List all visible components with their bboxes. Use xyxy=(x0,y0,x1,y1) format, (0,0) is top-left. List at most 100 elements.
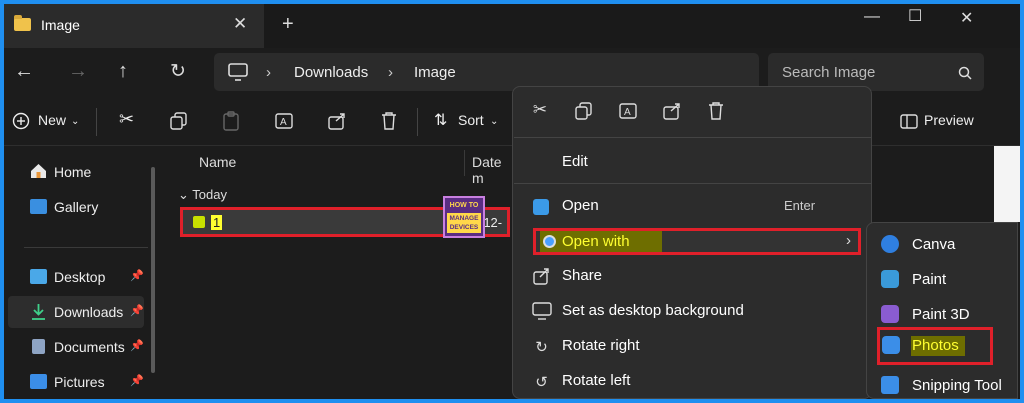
chevron-right-icon: › xyxy=(846,232,851,249)
menu-item-rotate-left[interactable]: ↺ Rotate left xyxy=(513,364,873,398)
group-header-today[interactable]: ⌄ Today xyxy=(178,187,227,203)
pictures-icon xyxy=(30,374,47,389)
sidebar-item-label: Downloads xyxy=(54,304,124,320)
snipping-tool-icon xyxy=(881,376,899,394)
sidebar-item-label: Home xyxy=(54,164,92,180)
menu-item-label: Share xyxy=(562,267,603,284)
menu-item-label: Rotate left xyxy=(562,372,631,389)
logo-plate: MANAGE DEVICES xyxy=(447,213,481,233)
new-tab-button[interactable]: + xyxy=(282,13,294,36)
close-window-button[interactable]: ✕ xyxy=(960,8,973,28)
delete-icon[interactable] xyxy=(707,101,725,121)
rotate-left-icon: ↺ xyxy=(535,374,548,391)
menu-item-shortcut: Enter xyxy=(784,198,816,213)
menu-item-rotate-right[interactable]: ↻ Rotate right xyxy=(513,329,873,363)
open-app-icon xyxy=(533,199,549,215)
menu-item-open-with[interactable]: Open with › xyxy=(533,228,861,255)
maximize-button[interactable]: ☐ xyxy=(908,6,922,26)
rename-icon[interactable]: A xyxy=(275,111,295,131)
chevron-down-icon: ⌄ xyxy=(490,116,499,127)
breadcrumb-separator: › xyxy=(266,64,271,81)
submenu-item-label: Snipping Tool xyxy=(912,377,1002,394)
context-quick-actions: ✂ A xyxy=(513,87,873,137)
logo-line-3: DEVICES xyxy=(449,224,479,231)
group-label: Today xyxy=(192,187,227,202)
copy-icon[interactable] xyxy=(575,102,593,120)
column-divider[interactable] xyxy=(464,150,465,176)
submenu-item-paint[interactable]: Paint xyxy=(867,262,1019,296)
sidebar-scrollbar[interactable] xyxy=(151,167,155,373)
add-icon xyxy=(12,112,30,130)
navigation-pane: Home Gallery Desktop 📌 Downloads 📌 Docum… xyxy=(4,146,164,399)
sidebar-item-desktop[interactable]: Desktop 📌 xyxy=(8,261,144,293)
svg-text:A: A xyxy=(280,117,287,128)
copy-icon[interactable] xyxy=(170,112,188,130)
sort-icon: ⇅ xyxy=(434,112,448,129)
sidebar-item-gallery[interactable]: Gallery xyxy=(8,191,144,223)
logo-line-2: MANAGE xyxy=(449,215,479,222)
forward-arrow-icon[interactable]: → xyxy=(68,60,88,83)
file-name: 1 xyxy=(211,215,223,230)
search-input[interactable]: Search Image xyxy=(782,64,875,81)
sidebar-item-home[interactable]: Home xyxy=(8,156,144,188)
submenu-item-label: Paint xyxy=(912,271,947,288)
menu-divider xyxy=(514,137,872,138)
menu-item-set-desktop-background[interactable]: Set as desktop background xyxy=(513,294,873,328)
sort-button[interactable]: Sort xyxy=(458,112,484,128)
sidebar-item-label: Gallery xyxy=(54,199,99,215)
sidebar-item-label: Pictures xyxy=(54,374,105,390)
new-button[interactable]: New xyxy=(38,112,66,128)
column-header-name[interactable]: Name xyxy=(199,154,236,170)
sidebar-item-downloads[interactable]: Downloads 📌 xyxy=(8,296,144,328)
submenu-item-label: Photos xyxy=(912,337,959,354)
sidebar-item-documents[interactable]: Documents 📌 xyxy=(8,331,144,363)
open-with-icon xyxy=(543,235,556,248)
monitor-icon xyxy=(228,63,248,81)
cut-icon[interactable]: ✂ xyxy=(529,100,551,122)
delete-icon[interactable] xyxy=(380,111,398,131)
tab-close-icon[interactable]: ✕ xyxy=(233,14,247,34)
up-arrow-icon[interactable]: ↑ xyxy=(118,60,128,83)
pin-icon[interactable]: 📌 xyxy=(130,339,144,352)
minimize-button[interactable]: — xyxy=(864,8,880,26)
refresh-icon[interactable]: ↻ xyxy=(170,60,186,83)
tab-image[interactable]: Image ✕ xyxy=(4,4,264,48)
pin-icon[interactable]: 📌 xyxy=(130,374,144,387)
open-with-submenu: Canva Paint Paint 3D Photos Snipping Too… xyxy=(866,222,1018,399)
pin-icon[interactable]: 📌 xyxy=(130,269,144,282)
search-icon xyxy=(958,66,972,80)
cut-icon[interactable]: ✂ xyxy=(119,109,134,130)
photos-icon xyxy=(882,336,900,354)
sidebar-item-label: Documents xyxy=(54,339,125,355)
menu-item-open[interactable]: Open Enter xyxy=(513,189,873,223)
submenu-item-photos[interactable]: Photos xyxy=(877,327,993,365)
share-icon[interactable] xyxy=(328,111,348,131)
preview-content xyxy=(994,146,1020,222)
home-icon xyxy=(31,164,46,178)
preview-button[interactable]: Preview xyxy=(924,112,974,128)
logo-line-1: HOW TO xyxy=(449,202,479,209)
menu-item-label: Open xyxy=(562,197,599,214)
menu-item-share[interactable]: Share xyxy=(513,259,873,293)
pin-icon[interactable]: 📌 xyxy=(130,304,144,317)
divider xyxy=(96,108,97,136)
breadcrumb-downloads[interactable]: Downloads xyxy=(294,64,368,81)
menu-item-edit[interactable]: Edit xyxy=(513,145,873,179)
back-arrow-icon[interactable]: ← xyxy=(14,60,34,83)
submenu-item-canva[interactable]: Canva xyxy=(867,227,1019,261)
paste-icon[interactable] xyxy=(222,111,240,131)
submenu-item-paint-3d[interactable]: Paint 3D xyxy=(867,297,1019,331)
menu-divider xyxy=(514,183,872,184)
watermark-logo: HOW TO MANAGE DEVICES xyxy=(443,196,485,238)
share-icon[interactable] xyxy=(663,101,683,121)
folder-icon xyxy=(14,15,31,31)
rename-icon[interactable]: A xyxy=(619,101,639,121)
column-header-date[interactable]: Date m xyxy=(472,154,514,186)
submenu-item-snipping-tool[interactable]: Snipping Tool xyxy=(867,368,1019,399)
sidebar-item-pictures[interactable]: Pictures 📌 xyxy=(8,366,144,398)
canva-icon xyxy=(881,235,899,253)
desktop-icon xyxy=(30,269,47,284)
desktop-background-icon xyxy=(532,302,552,320)
breadcrumb-image[interactable]: Image xyxy=(414,64,456,81)
svg-text:A: A xyxy=(624,107,631,118)
